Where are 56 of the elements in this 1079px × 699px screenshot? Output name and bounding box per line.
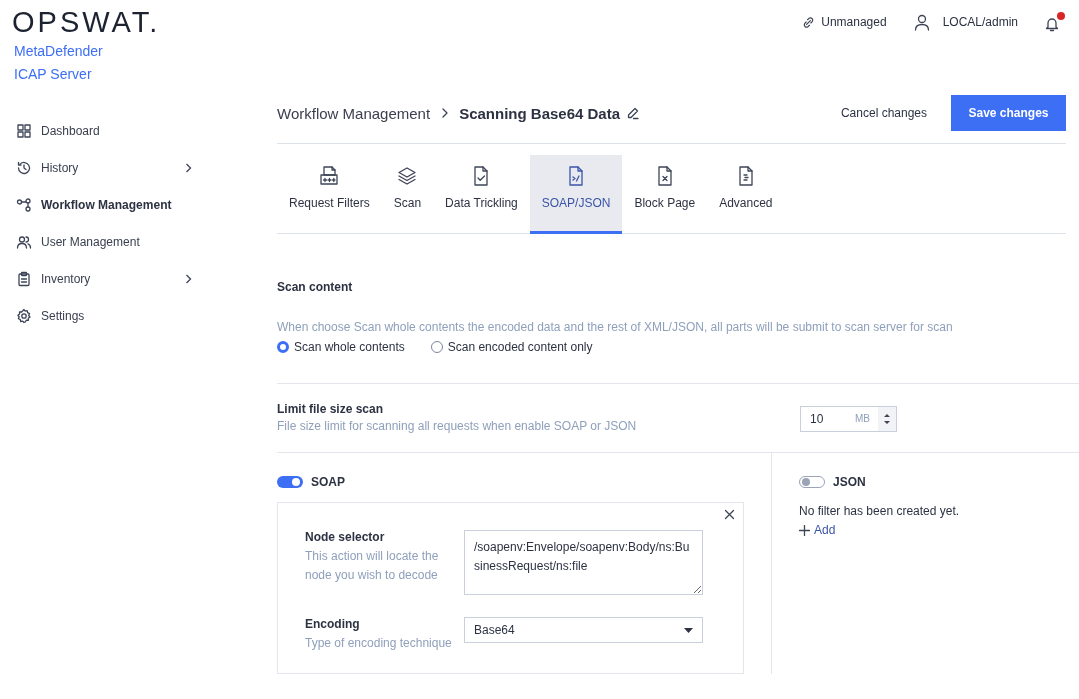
save-button[interactable]: Save changes: [951, 95, 1066, 131]
field-description: This action will locate the node you wish to decode: [305, 548, 440, 584]
product-name: ICAP Server: [14, 65, 93, 84]
field-description: Type of encoding technique: [305, 635, 452, 652]
layers-icon: [396, 165, 419, 187]
workflow-icon: [16, 196, 32, 213]
add-link[interactable]: Add: [799, 523, 1066, 537]
close-icon: [724, 509, 735, 520]
user-icon: [912, 13, 931, 31]
toggle-label: JSON: [833, 475, 866, 489]
breadcrumb-link[interactable]: Workflow Management: [277, 104, 431, 122]
section-title: Limit file size scan: [277, 402, 385, 416]
sidebar-item[interactable]: Settings: [14, 297, 194, 334]
sidebar-item[interactable]: User Management: [14, 223, 194, 260]
cancel-button[interactable]: Cancel changes: [816, 95, 951, 131]
plus-icon: [799, 524, 810, 536]
tab[interactable]: Scan: [381, 155, 434, 233]
users-icon: [16, 233, 32, 250]
empty-message: No filter has been created yet.: [799, 504, 961, 518]
history-icon: [16, 159, 32, 176]
section-description: File size limit for scanning all requests when enable SOAP or JSON: [277, 418, 638, 435]
bell-icon: [1044, 16, 1060, 32]
toggle-label: SOAP: [311, 475, 345, 489]
caret-icon: [684, 627, 693, 633]
toggle-switch[interactable]: [799, 476, 825, 488]
tab[interactable]: Data Trickling: [433, 155, 530, 233]
page-title: Scanning Base64 Data: [459, 104, 621, 122]
tab[interactable]: Request Filters: [277, 155, 382, 233]
sidebar-item[interactable]: History: [14, 149, 194, 186]
encoding-dropdown[interactable]: Base64: [464, 617, 703, 643]
gear-icon: [16, 307, 32, 324]
field-label: Node selector: [305, 530, 386, 544]
user-menu[interactable]: LOCAL/admin: [912, 13, 1018, 31]
radio-icon[interactable]: [277, 341, 289, 353]
printer-icon: [318, 165, 341, 187]
tab[interactable]: Block Page: [622, 155, 708, 233]
node-selector-field[interactable]: /soapenv:Envelope/soapenv:Body/ns:BusinessRequest/ns:file: [464, 530, 703, 595]
status-link[interactable]: Unmanaged: [802, 15, 887, 29]
radio-option[interactable]: Scan whole contents: [277, 340, 405, 354]
sidebar-item[interactable]: Workflow Management: [14, 186, 194, 223]
tab[interactable]: SOAP/JSON: [529, 155, 623, 234]
radio-option[interactable]: Scan encoded content only: [430, 340, 593, 354]
number-input[interactable]: 10 MB: [800, 405, 897, 432]
sidebar-item[interactable]: Inventory: [14, 260, 194, 297]
clipboard-icon: [16, 270, 32, 287]
stepper-icon[interactable]: [878, 406, 896, 431]
field-label: Encoding: [305, 617, 361, 631]
section-description: When choose Scan whole contents the encoded data and the rest of XML/JSON, all parts will be submit to scan server for scan: [277, 319, 954, 336]
section-title: Scan content: [277, 280, 354, 294]
grid-icon: [16, 122, 32, 139]
tab[interactable]: Advanced: [707, 155, 785, 233]
toggle-switch[interactable]: [277, 476, 303, 488]
brand-logo: OPSWAT.: [12, 6, 162, 38]
sidebar-item[interactable]: Dashboard: [14, 112, 194, 149]
product-name: MetaDefender: [14, 42, 104, 61]
edit-icon: [626, 106, 641, 120]
